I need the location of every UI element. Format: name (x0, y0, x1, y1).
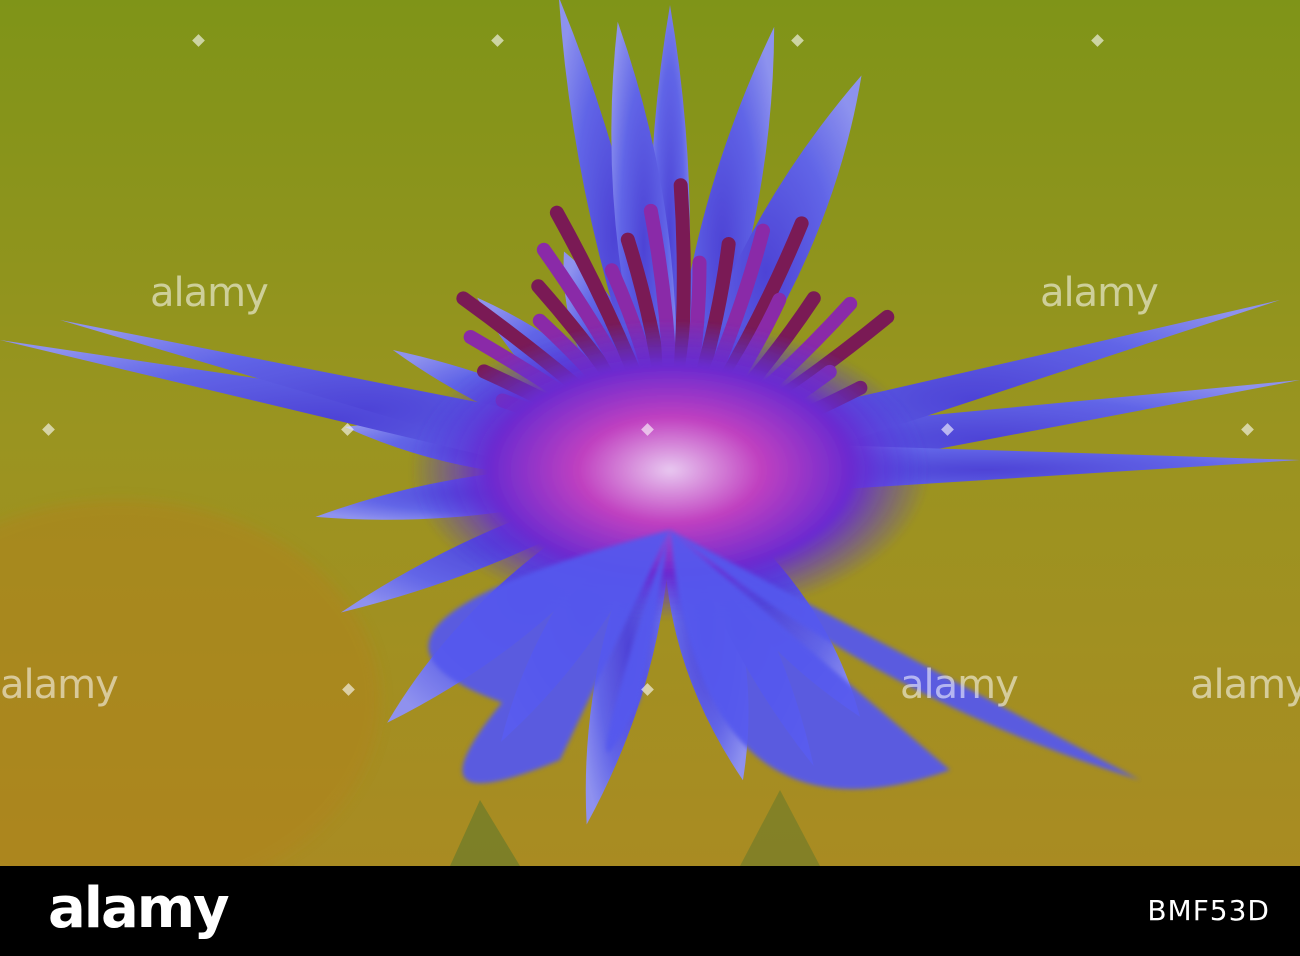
footer-bar: alamy BMF53D (0, 866, 1300, 956)
image-frame: alamy alamy alamy alamy alamy alamy BMF5… (0, 0, 1300, 956)
image-id: BMF53D (1147, 894, 1270, 927)
brand-logo: alamy (48, 876, 230, 941)
